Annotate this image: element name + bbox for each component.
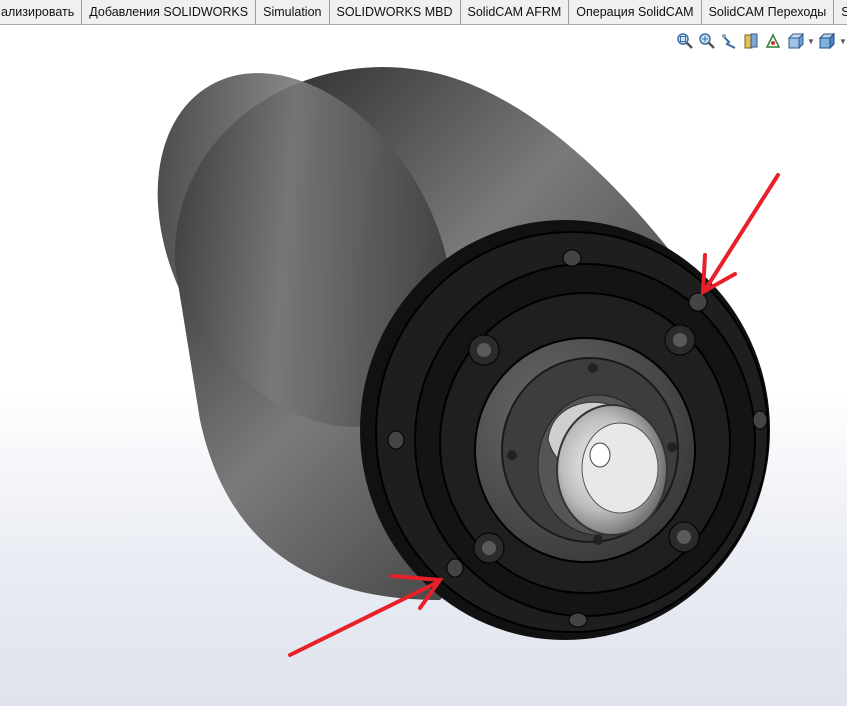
counterbore-bolt	[664, 324, 696, 356]
spindle-hub[interactable]	[474, 337, 696, 563]
counterbore-bolt	[468, 334, 500, 366]
bolt-hole	[446, 558, 464, 578]
tab-evaluate[interactable]: ализировать	[0, 0, 83, 24]
tab-solidcam-operation[interactable]: Операция SolidCAM	[569, 0, 702, 24]
tab-solidcam-transitions[interactable]: SolidCAM Переходы	[701, 0, 835, 24]
graphics-area[interactable]	[0, 25, 847, 706]
bolt-hole	[387, 430, 405, 450]
annotation-arrow-top	[700, 173, 780, 296]
bolt-hole	[688, 292, 708, 312]
counterbore-bolt	[668, 521, 700, 553]
tab-simulation[interactable]: Simulation	[256, 0, 330, 24]
bolt-hole	[752, 410, 768, 430]
bolt-hole	[568, 612, 588, 628]
tab-solidcam-afrm[interactable]: SolidCAM AFRM	[460, 0, 570, 24]
command-manager-tabs: ализировать Добавления SOLIDWORKS Simula…	[0, 0, 847, 25]
bolt-hole	[562, 249, 582, 267]
tab-solidworks-mbd[interactable]: SOLIDWORKS MBD	[329, 0, 461, 24]
counterbore-bolt	[473, 532, 505, 564]
tab-solidworks-addins[interactable]: Добавления SOLIDWORKS	[82, 0, 257, 24]
tab-solidcam[interactable]: SolidCAM	[834, 0, 847, 24]
